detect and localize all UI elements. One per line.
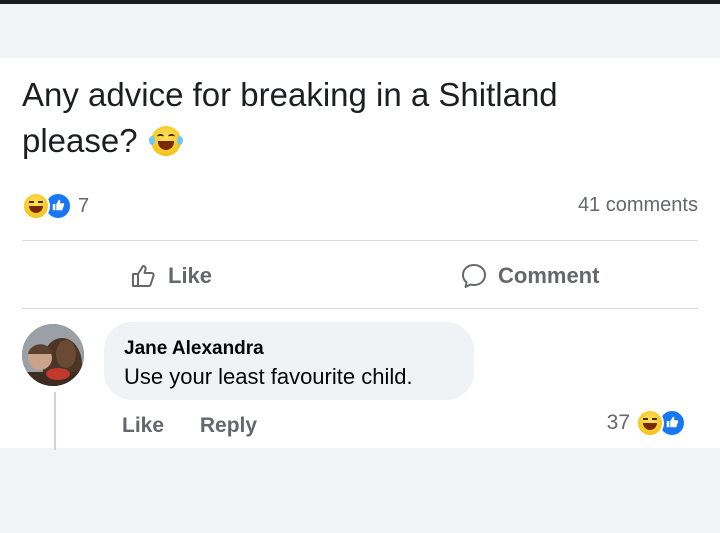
post-reactions[interactable]: 7 (22, 192, 90, 220)
laughing-tears-emoji-icon (148, 126, 183, 156)
top-edge-bar (0, 0, 720, 4)
comment-reply-button[interactable]: Reply (200, 414, 257, 437)
comment-button-label: Comment (498, 263, 600, 288)
comment-like-button[interactable]: Like (122, 414, 164, 437)
divider (22, 240, 698, 241)
speech-bubble-icon (462, 264, 486, 288)
comment-text: Use your least favourite child. (124, 364, 413, 389)
like-button[interactable]: Like (130, 256, 212, 296)
comment-author[interactable]: Jane Alexandra (124, 338, 264, 360)
comment-actions: Like Reply (122, 414, 287, 438)
haha-reaction-icon (22, 192, 50, 220)
avatar[interactable] (22, 324, 84, 386)
thread-line (54, 392, 56, 450)
divider (22, 308, 698, 309)
reaction-count: 7 (78, 194, 90, 217)
comment-reactions[interactable]: 37 (606, 409, 686, 437)
comment-bubble: Jane Alexandra Use your least favourite … (104, 322, 474, 400)
comments-count-link[interactable]: 41 comments (578, 194, 698, 217)
comment-button[interactable]: Comment (460, 256, 599, 296)
thumbs-up-icon (132, 265, 155, 287)
comment-reaction-count: 37 (606, 411, 630, 434)
post-text-content: Any advice for breaking in a Shitland pl… (22, 76, 558, 159)
post-actions-bar: Like Comment (0, 256, 720, 296)
post-card: Any advice for breaking in a Shitland pl… (0, 58, 720, 450)
like-button-label: Like (168, 263, 213, 288)
post-text: Any advice for breaking in a Shitland pl… (22, 72, 682, 164)
haha-reaction-icon (636, 409, 664, 437)
